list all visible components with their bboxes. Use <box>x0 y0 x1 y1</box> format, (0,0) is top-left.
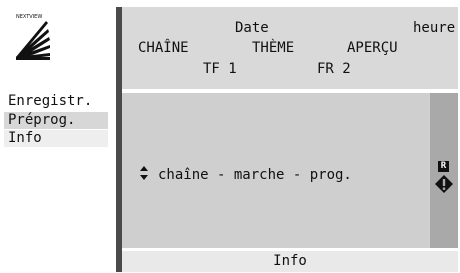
diamond-exclamation-icon <box>435 175 453 193</box>
preview-column[interactable]: APERÇU <box>347 40 398 56</box>
footer-label: Info <box>273 253 307 269</box>
menu-item-label: Enregistr. <box>8 93 93 109</box>
nextview-screen: NEXTVIEW Enregistr. Préprog. Info Date h… <box>4 7 458 272</box>
right-side-bar: R <box>430 93 458 248</box>
up-down-arrows-icon <box>138 165 150 185</box>
date-label: Date <box>235 20 269 36</box>
theme-column[interactable]: THÈME <box>252 40 294 56</box>
left-header-spacer <box>4 67 112 92</box>
hint-text: chaîne - marche - prog. <box>158 167 352 183</box>
navigation-hint: chaîne - marche - prog. <box>138 165 352 185</box>
menu-item-label: Info <box>8 130 42 146</box>
menu-item-info[interactable]: Info <box>4 130 108 147</box>
menu-item-enregistr[interactable]: Enregistr. <box>4 93 116 110</box>
station-tf1[interactable]: TF 1 <box>203 61 237 77</box>
station-fr2[interactable]: FR 2 <box>317 61 351 77</box>
content-area: chaîne - marche - prog. <box>122 93 430 248</box>
menu-item-preprog[interactable]: Préprog. <box>4 111 108 129</box>
nextview-logo-icon: NEXTVIEW <box>4 9 58 65</box>
record-badge: R <box>438 161 449 172</box>
logo-text: NEXTVIEW <box>16 14 42 20</box>
side-menu: Enregistr. Préprog. Info <box>4 93 116 149</box>
channel-column[interactable]: CHAÎNE <box>138 40 189 56</box>
left-panel: NEXTVIEW Enregistr. Préprog. Info <box>4 7 112 272</box>
menu-item-label: Préprog. <box>8 111 76 128</box>
footer-bar: Info <box>122 251 458 272</box>
time-label: heure <box>413 20 456 36</box>
nextview-logo: NEXTVIEW <box>4 9 58 65</box>
header-panel: Date heure CHAÎNE THÈME APERÇU TF 1 FR 2 <box>122 7 458 89</box>
